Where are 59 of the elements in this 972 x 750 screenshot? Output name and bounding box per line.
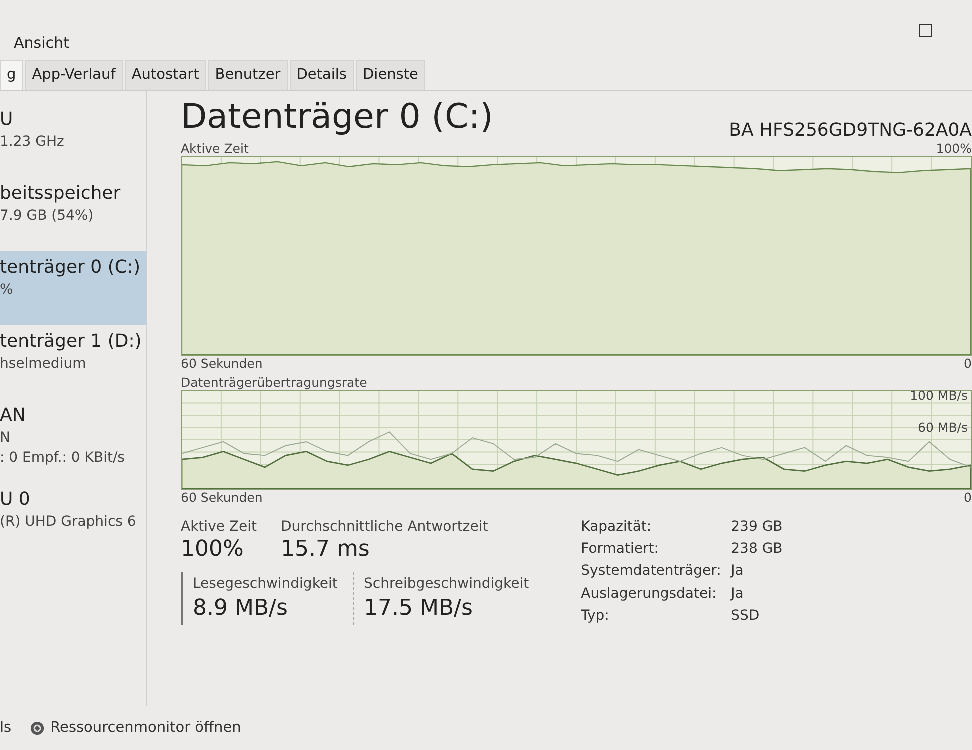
sidebar-item[interactable]: U 1.23 GHz (0, 103, 146, 177)
sidebar-item-title: tenträger 0 (C:) (0, 257, 142, 278)
sidebar-item-detail: 7.9 GB (54%) (0, 208, 95, 224)
property-value: 238 GB (731, 541, 783, 558)
stat-label: Lesegeschwindigkeit (193, 576, 339, 592)
property-label: Formatiert: (581, 541, 660, 558)
maximize-icon[interactable] (919, 24, 932, 37)
tab[interactable]: Autostart (124, 60, 206, 90)
sidebar-item-detail: % (0, 282, 14, 298)
sidebar-item[interactable]: AN N : 0 Empf.: 0 KBit/s (0, 399, 146, 483)
property-label: Typ: (581, 608, 610, 625)
sidebar-item-detail: hselmedium (0, 356, 88, 372)
graph-max-label: 100% (936, 141, 972, 156)
sidebar-item-detail: : 0 Empf.: 0 KBit/s (0, 450, 126, 466)
property-value: Ja (731, 586, 745, 603)
graph-label: Aktive Zeit (181, 141, 249, 156)
stat-label: Schreibgeschwindigkeit (364, 576, 530, 592)
stat-value: 15.7 ms (281, 537, 371, 562)
time-span-label: 60 Sekunden (181, 490, 263, 505)
sidebar-item-title: tenträger 1 (D:) (0, 331, 143, 352)
sidebar-item-title: beitsspeicher (0, 183, 122, 204)
property-label: Auslagerungsdatei: (581, 586, 718, 603)
sidebar-item-detail: 1.23 GHz (0, 134, 66, 150)
sidebar-item-detail: N (0, 430, 12, 446)
stat-label: Aktive Zeit (181, 519, 257, 535)
graph-min-label: 0 (964, 356, 972, 371)
sidebar-item-title: U 0 (0, 489, 32, 510)
sidebar-item-title: U (0, 109, 14, 130)
tab[interactable]: App-Verlauf (25, 60, 123, 90)
resource-monitor-link[interactable]: Ressourcenmonitor öffnen (50, 720, 242, 736)
sidebar-item[interactable]: beitsspeicher 7.9 GB (54%) (0, 177, 146, 251)
sidebar-item[interactable]: tenträger 1 (D:) hselmedium (0, 325, 146, 399)
stat-value: 100% (181, 537, 245, 562)
graph-max-label: 100 MB/s (910, 388, 968, 403)
stat-value: 8.9 MB/s (193, 596, 289, 621)
property-value: 239 GB (731, 519, 783, 536)
graph-mid-label: 60 MB/s (918, 420, 968, 435)
sidebar-item-title: AN (0, 405, 27, 426)
tab[interactable]: Dienste (356, 60, 426, 90)
stat-value: 17.5 MB/s (364, 596, 474, 621)
stat-label: Durchschnittliche Antwortzeit (281, 519, 488, 535)
menu-item[interactable]: Ansicht (14, 34, 70, 52)
property-label: Kapazität: (581, 519, 653, 536)
tab[interactable]: g (0, 60, 24, 90)
sidebar-item[interactable]: U 0 (R) UHD Graphics 6 (0, 483, 146, 557)
sidebar-item-detail: (R) UHD Graphics 6 (0, 514, 138, 530)
graph-label: Datenträgerübertragungsrate (181, 375, 368, 390)
time-span-label: 60 Sekunden (181, 356, 263, 371)
tab[interactable]: Benutzer (208, 60, 288, 90)
disk-model: BA HFS256GD9TNG-62A0A (729, 120, 972, 141)
property-value: SSD (731, 608, 761, 625)
sidebar-item[interactable]: tenträger 0 (C:) % (0, 251, 146, 325)
details-toggle-link[interactable]: ls (0, 720, 12, 736)
graph-min-label: 0 (964, 490, 972, 505)
disk-title: Datenträger 0 (C:) (181, 97, 494, 137)
resource-monitor-icon (30, 720, 45, 736)
tab[interactable]: Details (290, 60, 354, 90)
property-label: Systemdatenträger: (581, 563, 722, 581)
property-value: Ja (731, 563, 745, 581)
